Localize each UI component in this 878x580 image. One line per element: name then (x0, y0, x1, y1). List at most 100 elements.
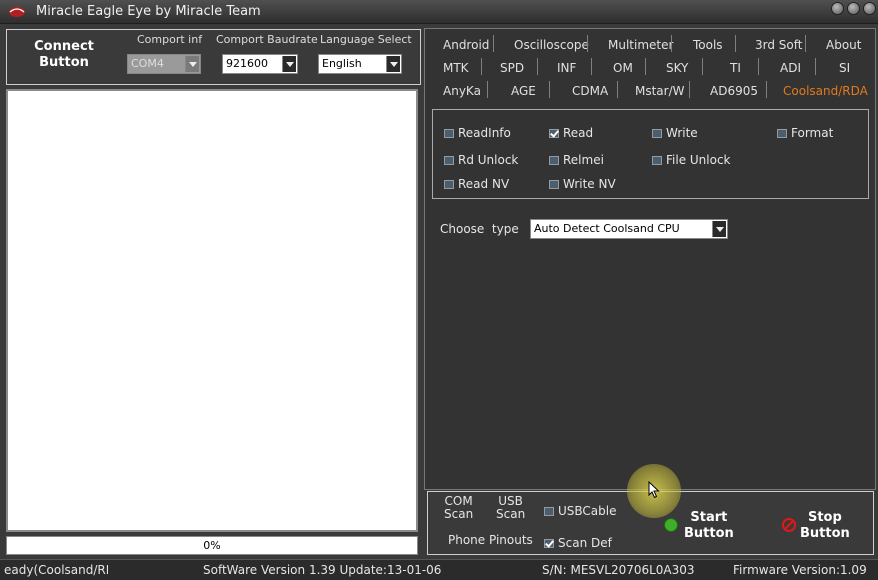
usb-cable-label: USBCable (558, 504, 617, 518)
tab-about[interactable]: About (826, 38, 861, 52)
tab-separator (758, 58, 759, 75)
tab-anyka[interactable]: AnyKa (443, 84, 481, 98)
status-bar: eady(Coolsand/RDA SoftWare Version 1.39 … (0, 559, 878, 580)
tab-ad6905[interactable]: AD6905 (710, 84, 758, 98)
cpu-type-value: Auto Detect Coolsand CPU (534, 222, 680, 235)
tab-separator (617, 81, 618, 98)
progress-bar: 0% (6, 536, 418, 555)
rd-unlock-option[interactable]: Rd Unlock (444, 153, 518, 167)
checkbox-icon[interactable] (544, 507, 554, 516)
choose-type-label: Choose type (440, 222, 519, 236)
write-nv-option[interactable]: Write NV (549, 177, 616, 191)
mouse-pointer-icon (648, 481, 660, 499)
baudrate-value: 921600 (226, 57, 268, 70)
comport-value: COM4 (131, 57, 164, 70)
software-version: SoftWare Version 1.39 Update:13-01-06 (203, 563, 442, 577)
format-option[interactable]: Format (777, 126, 833, 140)
write-nv-label: Write NV (563, 177, 616, 191)
write-option[interactable]: Write (652, 126, 698, 140)
tab-separator (671, 35, 672, 52)
stop-button[interactable]: Stop Button (800, 510, 850, 542)
tab-spd[interactable]: SPD (500, 61, 524, 75)
tab-android[interactable]: Android (443, 38, 489, 52)
checkbox-icon[interactable] (444, 180, 454, 189)
progress-text: 0% (203, 539, 221, 552)
eagle-logo-icon (9, 7, 25, 17)
tab-separator (549, 81, 550, 98)
tab-adi[interactable]: ADI (780, 61, 801, 75)
com-scan-button[interactable]: COM Scan (444, 495, 473, 521)
checkbox-icon[interactable] (777, 129, 787, 138)
tab-multimeter[interactable]: Multimeter (608, 38, 673, 52)
tab-separator (591, 58, 592, 75)
tab-separator (766, 81, 767, 98)
operation-options: ReadInfo Read Write Format Rd Unlock Rel… (432, 109, 869, 199)
operations-panel: Android Oscilloscope Multimeter Tools 3r… (424, 28, 876, 490)
readinfo-label: ReadInfo (458, 126, 511, 140)
tab-cdma[interactable]: CDMA (572, 84, 608, 98)
read-nv-label: Read NV (458, 177, 510, 191)
read-option[interactable]: Read (549, 126, 593, 140)
tab-sky[interactable]: SKY (666, 61, 688, 75)
log-output[interactable] (6, 89, 418, 532)
tab-oscilloscope[interactable]: Oscilloscope (514, 38, 589, 52)
checkbox-icon[interactable] (444, 129, 454, 138)
stop-icon (782, 518, 796, 532)
start-button[interactable]: Start Button (684, 510, 734, 542)
file-unlock-option[interactable]: File Unlock (652, 153, 731, 167)
baudrate-label: Comport Baudrate (216, 33, 318, 46)
checkbox-icon[interactable] (444, 156, 454, 165)
status-state: eady(Coolsand/RDA (4, 563, 108, 577)
checkbox-icon[interactable] (549, 156, 559, 165)
connection-panel: Connect Button Comport inf COM4 Comport … (6, 29, 421, 85)
readinfo-option[interactable]: ReadInfo (444, 126, 511, 140)
checkbox-checked-icon[interactable] (549, 129, 559, 138)
read-label: Read (563, 126, 594, 140)
window-controls (831, 2, 876, 15)
tab-coolsand-rda[interactable]: Coolsand/RDA (783, 84, 868, 98)
cpu-type-dropdown-icon[interactable] (712, 221, 726, 237)
tab-mtk[interactable]: MTK (443, 61, 469, 75)
checkbox-icon[interactable] (549, 180, 559, 189)
language-dropdown-icon[interactable] (386, 56, 400, 72)
file-unlock-label: File Unlock (666, 153, 731, 167)
tab-separator (645, 58, 646, 75)
tab-mstar-w[interactable]: Mstar/W (635, 84, 685, 98)
tab-separator (493, 35, 494, 52)
language-value: English (322, 57, 362, 70)
baudrate-dropdown-icon[interactable] (282, 56, 296, 72)
language-select[interactable]: English (318, 54, 402, 74)
settings-icon[interactable] (847, 2, 860, 15)
tab-tools[interactable]: Tools (693, 38, 723, 52)
tab-inf[interactable]: INF (557, 61, 576, 75)
tab-separator (537, 58, 538, 75)
tab-separator (481, 58, 482, 75)
minimize-icon[interactable] (831, 2, 844, 15)
scan-def-option[interactable]: Scan Def (544, 537, 612, 550)
cpu-type-select[interactable]: Auto Detect Coolsand CPU (530, 219, 728, 239)
read-nv-option[interactable]: Read NV (444, 177, 509, 191)
usb-cable-option[interactable]: USBCable (544, 505, 617, 518)
start-icon (664, 518, 678, 532)
rd-unlock-label: Rd Unlock (458, 153, 519, 167)
tab-separator (805, 35, 806, 52)
connect-button[interactable]: Connect Button (29, 39, 99, 71)
tab-age[interactable]: AGE (511, 84, 536, 98)
checkbox-checked-icon[interactable] (544, 539, 554, 548)
checkbox-icon[interactable] (652, 129, 662, 138)
tab-3rd-soft[interactable]: 3rd Soft (755, 38, 802, 52)
usb-scan-button[interactable]: USB Scan (496, 495, 525, 521)
tab-si[interactable]: SI (839, 61, 850, 75)
tab-separator (702, 58, 703, 75)
close-icon[interactable] (863, 2, 876, 15)
comport-label: Comport inf (137, 33, 203, 46)
tab-om[interactable]: OM (613, 61, 633, 75)
comport-dropdown-icon[interactable] (185, 56, 199, 72)
tab-ti[interactable]: TI (730, 61, 741, 75)
relmei-option[interactable]: Relmei (549, 153, 604, 167)
phone-pinouts-button[interactable]: Phone Pinouts (448, 534, 533, 547)
baudrate-select[interactable]: 921600 (222, 54, 298, 74)
write-label: Write (666, 126, 698, 140)
checkbox-icon[interactable] (652, 156, 662, 165)
comport-select[interactable]: COM4 (127, 54, 201, 74)
